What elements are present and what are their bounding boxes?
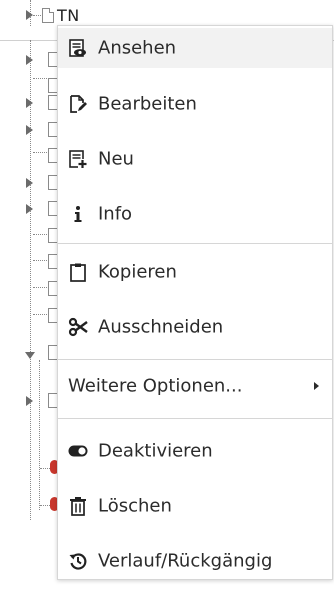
menu-item-label: Bearbeiten (98, 93, 197, 115)
menu-item-label: Verlauf/Rückgängig (98, 550, 273, 572)
collapse-caret-icon[interactable] (25, 352, 35, 359)
scissors-icon (68, 317, 88, 337)
menu-separator (58, 418, 332, 419)
tree-connector (40, 505, 50, 506)
trash-icon (68, 496, 88, 516)
info-icon (68, 204, 88, 224)
menu-item-label: Kopieren (98, 261, 177, 283)
expand-caret-icon[interactable] (26, 178, 33, 188)
new-page-icon (68, 149, 88, 169)
menu-item-edit[interactable]: Bearbeiten (58, 84, 332, 124)
menu-item-label: Deaktivieren (98, 440, 213, 462)
history-icon (68, 551, 88, 571)
clipboard-icon (68, 262, 88, 282)
menu-item-view[interactable]: Ansehen (58, 28, 332, 68)
tree-connector (30, 40, 31, 520)
menu-item-info[interactable]: Info (58, 194, 332, 234)
tree-connector (39, 360, 40, 510)
menu-item-label: Weitere Optionen... (68, 375, 243, 397)
menu-separator (58, 243, 332, 244)
menu-item-new[interactable]: Neu (58, 139, 332, 179)
menu-item-disable[interactable]: Deaktivieren (58, 431, 332, 471)
edit-page-icon (68, 94, 88, 114)
chevron-right-icon (314, 382, 319, 390)
expand-caret-icon[interactable] (26, 396, 33, 406)
menu-item-more-options[interactable]: Weitere Optionen... (58, 366, 332, 406)
tree-node-label[interactable]: TN (57, 6, 80, 25)
context-menu: Ansehen Bearbeiten Neu Info Kopieren Aus… (57, 25, 333, 580)
menu-item-label: Löschen (98, 495, 172, 517)
toggle-icon (68, 441, 88, 461)
menu-item-label: Info (98, 203, 133, 225)
view-page-icon (68, 38, 88, 58)
menu-item-copy[interactable]: Kopieren (58, 252, 332, 292)
expand-caret-icon[interactable] (26, 98, 33, 108)
expand-caret-icon[interactable] (26, 55, 33, 65)
menu-item-label: Neu (98, 148, 134, 170)
menu-separator (58, 359, 332, 360)
menu-item-history[interactable]: Verlauf/Rückgängig (58, 541, 332, 581)
menu-item-cut[interactable]: Ausschneiden (58, 307, 332, 347)
menu-item-label: Ansehen (98, 37, 177, 59)
tree-connector (40, 468, 50, 469)
expand-caret-icon[interactable] (26, 10, 33, 20)
tree-connector (33, 15, 41, 16)
menu-item-label: Ausschneiden (98, 316, 224, 338)
expand-caret-icon[interactable] (26, 125, 33, 135)
page-icon (42, 8, 54, 23)
menu-item-delete[interactable]: Löschen (58, 486, 332, 526)
expand-caret-icon[interactable] (26, 204, 33, 214)
